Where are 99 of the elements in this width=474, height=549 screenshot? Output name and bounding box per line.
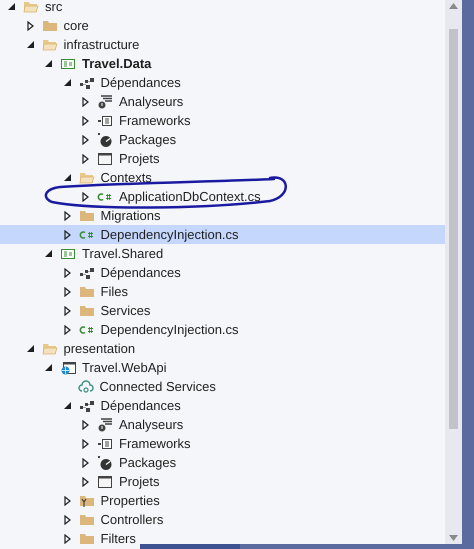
tree-item[interactable]: Frameworks [0, 434, 445, 453]
tree-item-label: Frameworks [119, 434, 191, 453]
tree-item[interactable]: Travel.WebApi [0, 358, 445, 377]
vertical-scrollbar[interactable] [445, 0, 462, 544]
tree-item[interactable]: Frameworks [0, 111, 445, 130]
cloud-link-icon [78, 378, 94, 394]
expanded-arrow-icon[interactable] [26, 41, 34, 48]
expanded-arrow-icon[interactable] [26, 345, 34, 352]
tree-item[interactable]: Dépendances [0, 263, 445, 282]
collapsed-arrow-icon[interactable] [64, 210, 70, 220]
tree-item[interactable]: ApplicationDbContext.cs [0, 187, 445, 206]
tree-item[interactable]: Analyseurs [0, 92, 445, 111]
collapsed-arrow-icon[interactable] [82, 134, 89, 144]
tree-item-label: infrastructure [64, 36, 140, 54]
tree-item[interactable]: Filters [0, 529, 445, 544]
tree-item-label: Migrations [100, 206, 160, 225]
tree-item-label: Filters [100, 530, 136, 544]
collapsed-arrow-icon[interactable] [64, 534, 70, 544]
tree-item-label: Properties [100, 492, 160, 510]
collapsed-arrow-icon[interactable] [82, 154, 89, 164]
tree-item[interactable]: DependencyInjection.cs [0, 225, 445, 244]
analyzer-icon [97, 94, 113, 110]
tree-item[interactable]: Contexts [0, 168, 445, 187]
collapsed-arrow-icon[interactable] [64, 268, 70, 278]
window-icon [97, 474, 113, 490]
tree-item-label: Packages [119, 130, 176, 149]
tree-item[interactable]: Dépendances [0, 73, 445, 92]
tree-item-label: presentation [64, 340, 136, 358]
collapsed-arrow-icon[interactable] [64, 324, 70, 334]
tree-item-label: src [45, 0, 62, 16]
tree-item-label: Dépendances [100, 396, 181, 415]
tree-item[interactable]: Travel.Data [0, 54, 445, 73]
tree-item-label: Travel.Shared [82, 244, 164, 263]
tree-item[interactable]: Properties [0, 491, 445, 510]
analyzer-icon [97, 416, 113, 432]
expanded-arrow-icon[interactable] [8, 3, 15, 10]
tree-item[interactable]: Services [0, 301, 445, 320]
tree-item-label: Analyseurs [119, 416, 184, 434]
tree-item-label: Travel.WebApi [82, 358, 167, 377]
scroll-down-arrow-icon[interactable] [449, 535, 458, 541]
tree-item[interactable]: Controllers [0, 510, 445, 529]
tree-item-label: Projets [119, 150, 160, 168]
tree-item[interactable]: Projets [0, 472, 445, 491]
tree-item-label: core [64, 16, 89, 35]
collapsed-arrow-icon[interactable] [64, 306, 70, 316]
tree-item-label: Contexts [100, 168, 152, 187]
expanded-arrow-icon[interactable] [45, 364, 52, 371]
tree-item-label: DependencyInjection.cs [100, 320, 239, 339]
expanded-arrow-icon[interactable] [64, 402, 70, 409]
tree-item[interactable]: Dépendances [0, 396, 445, 415]
expanded-arrow-icon[interactable] [45, 250, 52, 257]
tree-item-label: Controllers [100, 510, 164, 529]
tree-item[interactable]: Packages [0, 130, 445, 149]
tree-item[interactable]: src [0, 0, 445, 16]
scrollbar-thumb[interactable] [449, 29, 458, 429]
tree-item[interactable]: Analyseurs [0, 415, 445, 434]
tree-item-label: Dépendances [100, 74, 181, 92]
tree-item[interactable]: Migrations [0, 206, 445, 225]
expanded-arrow-icon[interactable] [64, 174, 70, 181]
collapsed-arrow-icon[interactable] [82, 438, 89, 448]
collapsed-arrow-icon[interactable] [64, 496, 70, 506]
collapsed-arrow-icon[interactable] [82, 96, 89, 106]
tree-item-label: Projets [119, 472, 160, 491]
tree-item-label: Files [100, 282, 128, 301]
tree-item[interactable]: core [0, 16, 445, 35]
tree-item-label: ApplicationDbContext.cs [119, 188, 261, 206]
collapsed-arrow-icon[interactable] [64, 230, 70, 240]
tree-item[interactable]: Connected Services [0, 377, 445, 396]
tree-item[interactable]: Packages [0, 453, 445, 472]
collapsed-arrow-icon[interactable] [64, 514, 70, 524]
collapsed-arrow-icon[interactable] [82, 420, 89, 430]
collapsed-arrow-icon[interactable] [26, 20, 34, 30]
tree-item[interactable]: Travel.Shared [0, 244, 445, 263]
collapsed-arrow-icon[interactable] [82, 476, 89, 486]
tree-item[interactable]: Projets [0, 149, 445, 168]
tree-item[interactable]: Files [0, 282, 445, 301]
tree-item[interactable]: DependencyInjection.cs [0, 320, 445, 339]
web-project-icon [60, 360, 76, 376]
package-icon [97, 454, 113, 470]
window-icon [97, 150, 113, 166]
tree-item-label: DependencyInjection.cs [100, 226, 239, 244]
expanded-arrow-icon[interactable] [45, 60, 52, 67]
open-folder-icon [23, 0, 39, 14]
tree-item[interactable]: infrastructure [0, 35, 445, 54]
collapsed-arrow-icon[interactable] [82, 116, 89, 126]
collapsed-arrow-icon[interactable] [82, 458, 89, 468]
tree-item-label: Analyseurs [119, 92, 184, 111]
scroll-up-arrow-icon[interactable] [449, 3, 458, 9]
collapsed-arrow-icon[interactable] [82, 192, 89, 202]
tree-item-label: Dépendances [100, 264, 181, 282]
collapsed-arrow-icon[interactable] [64, 286, 70, 296]
tree-item-label: Packages [119, 454, 176, 472]
tree-item-label: Services [100, 302, 150, 320]
tree-item-label: Frameworks [119, 112, 191, 130]
tree-item-label: Travel.Data [82, 54, 152, 73]
tree-item[interactable]: presentation [0, 339, 445, 358]
tree-item-label: Connected Services [100, 378, 216, 396]
package-icon [97, 132, 113, 148]
expanded-arrow-icon[interactable] [64, 79, 70, 86]
